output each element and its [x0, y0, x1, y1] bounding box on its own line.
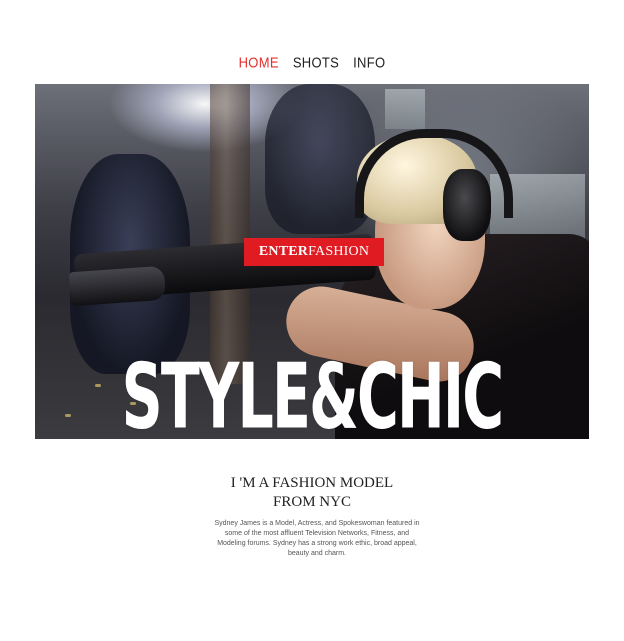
rifle-barrel — [68, 265, 167, 307]
intro-heading-line1: I 'M A FASHION MODEL — [230, 475, 394, 491]
nav-home[interactable]: HOME — [239, 54, 279, 71]
hero-title: STYLE&CHIC — [121, 352, 504, 442]
intro-heading: I 'M A FASHION MODEL FROM NYC — [0, 474, 624, 512]
bio-text: Sydney James is a Model, Actress, and Sp… — [214, 520, 420, 557]
enter-fashion-button[interactable]: ENTERFASHION — [244, 238, 384, 266]
background-window — [385, 89, 425, 129]
enter-label-light: FASHION — [308, 244, 370, 259]
nav-info[interactable]: INFO — [353, 54, 385, 71]
headphone-icon — [443, 169, 491, 241]
enter-label-strong: ENTER — [258, 244, 309, 259]
main-nav: HOME SHOTS INFO — [0, 54, 624, 71]
nav-shots[interactable]: SHOTS — [293, 54, 339, 71]
background-pillar — [210, 84, 250, 384]
intro-heading-line2: FROM NYC — [273, 494, 351, 510]
